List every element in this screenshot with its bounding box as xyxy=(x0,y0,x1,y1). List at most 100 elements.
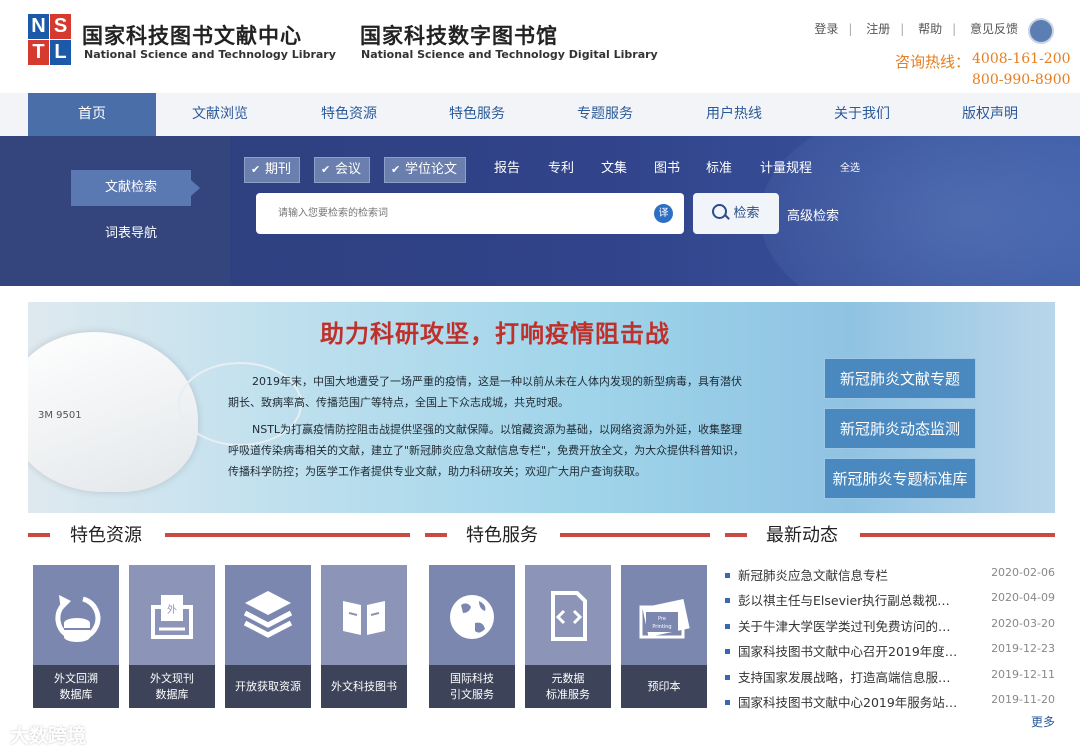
covid-monitoring-button[interactable]: 新冠肺炎动态监测 xyxy=(824,408,976,449)
preprint-icon: Pre Printing xyxy=(639,598,690,639)
bullet-icon xyxy=(725,624,730,629)
category-patent[interactable]: 专利 xyxy=(548,157,574,181)
register-link[interactable]: 注册 xyxy=(866,22,890,36)
mask-label: 3M 9501 xyxy=(38,410,82,421)
select-all-link[interactable]: 全选 xyxy=(840,157,860,181)
nav-services[interactable]: 特色服务 xyxy=(413,93,541,136)
news-item[interactable]: 新冠肺炎应急文献信息专栏 2020-02-06 xyxy=(725,565,1055,591)
advanced-search-link[interactable]: 高级检索 xyxy=(787,205,839,224)
tile-label: 外文现刊 数据库 xyxy=(129,665,215,708)
resource-tile-retro-db[interactable]: 外文回溯 数据库 xyxy=(33,565,119,708)
customer-service-icon[interactable] xyxy=(1028,18,1054,44)
service-tile-metadata[interactable]: 元数据 标准服务 xyxy=(525,565,611,708)
tab-literature-search[interactable]: 文献检索 xyxy=(71,170,191,206)
category-report[interactable]: 报告 xyxy=(494,157,520,181)
news-item[interactable]: 关于牛津大学医学类过刊免费访问的… 2020-03-20 xyxy=(725,616,1055,642)
section-title-news: 最新动态 xyxy=(766,525,838,546)
open-book-icon xyxy=(343,601,385,635)
category-standard[interactable]: 标准 xyxy=(706,157,732,181)
separator: | xyxy=(848,22,853,36)
news-item[interactable]: 国家科技图书文献中心召开2019年度… 2019-12-23 xyxy=(725,641,1055,667)
covid-standards-button[interactable]: 新冠肺炎专题标准库 xyxy=(824,458,976,499)
news-title[interactable]: 支持国家发展战略，打造高端信息服… xyxy=(738,667,976,686)
resource-tile-open-access[interactable]: 开放获取资源 xyxy=(225,565,311,708)
check-icon: ✔ xyxy=(251,163,261,176)
search-button[interactable]: 检索 xyxy=(693,193,779,234)
service-tile-preprint[interactable]: Pre Printing 预印本 xyxy=(621,565,707,708)
news-date: 2019-12-11 xyxy=(991,668,1055,681)
svg-text:Printing: Printing xyxy=(652,624,671,630)
logo-letter: L xyxy=(50,40,71,65)
news-date: 2019-11-20 xyxy=(991,693,1055,706)
logo-letter: T xyxy=(28,40,49,65)
tab-arrow-icon xyxy=(191,180,200,196)
search-input[interactable] xyxy=(276,193,660,234)
nav-browse[interactable]: 文献浏览 xyxy=(156,93,284,136)
service-tile-citation[interactable]: 国际科技 引文服务 xyxy=(429,565,515,708)
category-book[interactable]: 图书 xyxy=(654,157,680,181)
nav-copyright[interactable]: 版权声明 xyxy=(926,93,1054,136)
banner-text-line: 期长、致病率高、传播范围广等特点，全国上下众志成城，共克时艰。 xyxy=(228,396,569,409)
nav-topics[interactable]: 专题服务 xyxy=(541,93,669,136)
separator: | xyxy=(952,22,957,36)
resource-tile-current-journals[interactable]: 外 外文现刊 数据库 xyxy=(129,565,215,708)
login-link[interactable]: 登录 xyxy=(814,22,838,36)
search-box xyxy=(256,193,684,234)
news-title[interactable]: 关于牛津大学医学类过刊免费访问的… xyxy=(738,616,976,635)
search-button-label: 检索 xyxy=(733,206,760,221)
bullet-icon xyxy=(725,700,730,705)
bullet-icon xyxy=(725,675,730,680)
section-divider xyxy=(165,533,410,537)
search-icon xyxy=(712,204,728,219)
section-title-resources: 特色资源 xyxy=(70,525,142,546)
banner-text-line: NSTL为打赢疫情防控阻击战提供坚强的文献保障。以馆藏资源为基础，以网络资源为外… xyxy=(252,423,743,436)
section-divider xyxy=(560,533,710,537)
hotline-number: 4008-161-200 xyxy=(972,51,1071,67)
news-title[interactable]: 国家科技图书文献中心召开2019年度… xyxy=(738,641,976,660)
banner-text-line: 呼吸道传染病毒相关的文献，建立了"新冠肺炎应急文献信息专栏"，免费开放全文，为大… xyxy=(228,444,745,457)
news-item[interactable]: 彭以祺主任与Elsevier执行副总裁视… 2020-04-09 xyxy=(725,590,1055,616)
tile-label: 外文科技图书 xyxy=(321,665,407,708)
category-label: 学位论文 xyxy=(405,162,458,177)
globe-icon xyxy=(450,595,494,639)
bullet-icon xyxy=(725,649,730,654)
site-title-cn: 国家科技图书文献中心 xyxy=(82,23,302,48)
nav-home[interactable]: 首页 xyxy=(28,93,156,136)
category-thesis[interactable]: ✔ 学位论文 xyxy=(384,157,467,183)
news-title[interactable]: 新冠肺炎应急文献信息专栏 xyxy=(738,565,976,584)
news-item[interactable]: 国家科技图书文献中心2019年服务站… 2019-11-20 xyxy=(725,692,1055,718)
logo-letter: N xyxy=(28,14,49,39)
news-date: 2020-02-06 xyxy=(991,566,1055,579)
tile-label: 国际科技 引文服务 xyxy=(429,665,515,708)
tile-label: 外文回溯 数据库 xyxy=(33,665,119,708)
news-title[interactable]: 国家科技图书文献中心2019年服务站… xyxy=(738,692,976,711)
face-mask-image: 3M 9501 xyxy=(28,332,198,492)
resource-tile-books[interactable]: 外文科技图书 xyxy=(321,565,407,708)
nav-hotline[interactable]: 用户热线 xyxy=(670,93,798,136)
translate-button[interactable]: 译 xyxy=(654,204,673,223)
nav-about[interactable]: 关于我们 xyxy=(798,93,926,136)
search-tabs-panel xyxy=(0,136,230,286)
help-link[interactable]: 帮助 xyxy=(918,22,942,36)
nstl-logo[interactable]: N S T L xyxy=(28,14,72,66)
banner-text-line: 2019年末，中国大地遭受了一场严重的疫情，这是一种以前从未在人体内发现的新型病… xyxy=(252,375,742,388)
bullet-icon xyxy=(725,573,730,578)
category-conference[interactable]: ✔ 会议 xyxy=(314,157,371,183)
tab-thesaurus[interactable]: 词表导航 xyxy=(71,222,191,246)
category-label: 会议 xyxy=(335,162,362,177)
foreign-journal-icon: 外 xyxy=(151,595,193,639)
hotline-label: 咨询热线： xyxy=(895,53,971,71)
category-journal[interactable]: ✔ 期刊 xyxy=(244,157,301,183)
news-title[interactable]: 彭以祺主任与Elsevier执行副总裁视… xyxy=(738,590,976,609)
section-divider xyxy=(860,533,1055,537)
category-collection[interactable]: 文集 xyxy=(601,157,627,181)
site-title-en: National Science and Technology Library xyxy=(84,48,336,61)
category-metrology[interactable]: 计量规程 xyxy=(760,157,812,181)
section-divider xyxy=(725,533,747,537)
nav-resources[interactable]: 特色资源 xyxy=(285,93,413,136)
covid-literature-topic-button[interactable]: 新冠肺炎文献专题 xyxy=(824,358,976,399)
more-news-link[interactable]: 更多 xyxy=(1031,713,1055,730)
news-item[interactable]: 支持国家发展战略，打造高端信息服… 2019-12-11 xyxy=(725,667,1055,693)
digital-library-title-cn: 国家科技数字图书馆 xyxy=(360,23,558,48)
feedback-link[interactable]: 意见反馈 xyxy=(970,22,1018,36)
